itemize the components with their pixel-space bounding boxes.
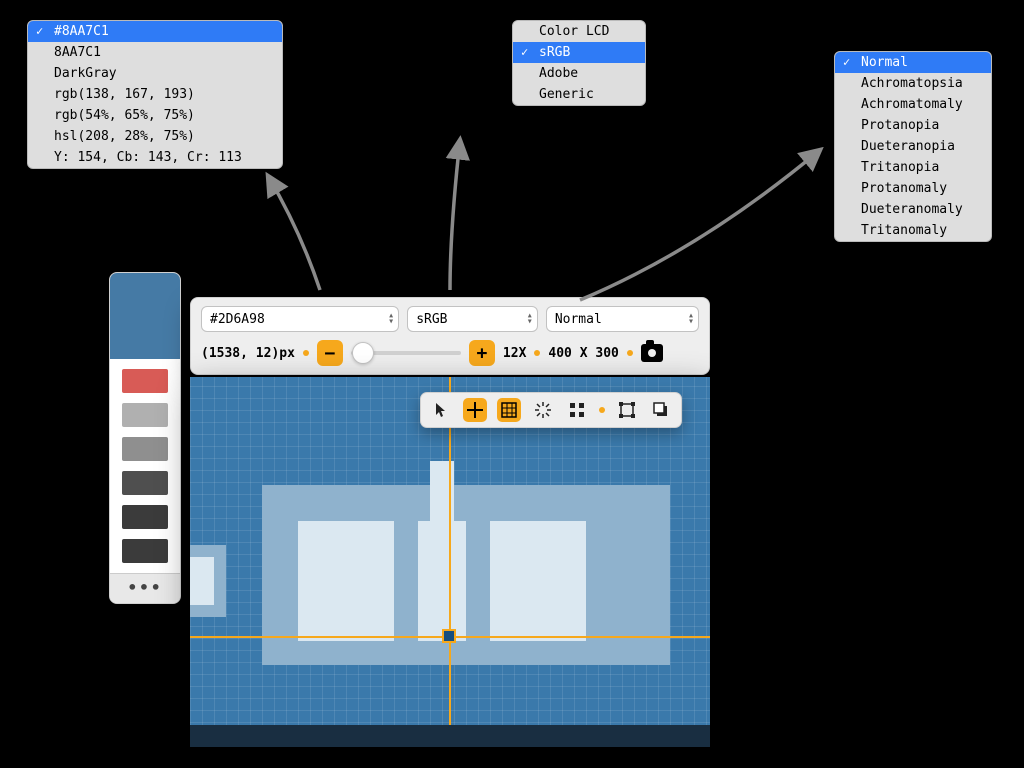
updown-icon: ▴▾	[527, 313, 529, 325]
zoom-level-label: 12X	[503, 346, 526, 361]
zoom-in-button[interactable]: +	[469, 340, 495, 366]
color-profile-label: sRGB	[416, 312, 447, 327]
layers-tool[interactable]	[649, 398, 673, 422]
color-profile-popup: Color LCDsRGBAdobeGeneric	[512, 20, 646, 106]
popup-item[interactable]: rgb(138, 167, 193)	[28, 84, 282, 105]
popup-item[interactable]: Normal	[835, 52, 991, 73]
separator-dot-icon	[599, 407, 605, 413]
popup-item[interactable]: Tritanopia	[835, 157, 991, 178]
popup-item[interactable]: Dueteranopia	[835, 136, 991, 157]
separator-dot-icon	[627, 350, 633, 356]
popup-item[interactable]: Protanopia	[835, 115, 991, 136]
zoom-out-button[interactable]: −	[317, 340, 343, 366]
color-vision-label: Normal	[555, 312, 602, 327]
popup-item[interactable]: #8AA7C1	[28, 21, 282, 42]
swatch[interactable]	[122, 369, 168, 393]
crosshair-v	[449, 377, 451, 747]
popup-item[interactable]: sRGB	[513, 42, 645, 63]
popup-item[interactable]: Dueteranomaly	[835, 199, 991, 220]
canvas-toolstrip	[420, 392, 682, 428]
color-value-combo[interactable]: #2D6A98 ▴▾	[201, 306, 399, 332]
popup-item[interactable]: Color LCD	[513, 21, 645, 42]
popup-item[interactable]: Y: 154, Cb: 143, Cr: 113	[28, 147, 282, 168]
swatch-history	[110, 359, 180, 571]
capture-size-label: 400 X 300	[548, 346, 618, 361]
grid-tool[interactable]	[497, 398, 521, 422]
current-color-swatch[interactable]	[110, 273, 180, 359]
popup-item[interactable]: Tritanomaly	[835, 220, 991, 241]
popup-item[interactable]: DarkGray	[28, 63, 282, 84]
separator-dot-icon	[303, 350, 309, 356]
cursor-tool[interactable]	[429, 398, 453, 422]
bounds-tool[interactable]	[615, 398, 639, 422]
inspector-toolbar: #2D6A98 ▴▾ sRGB ▴▾ Normal ▴▾ (1538, 12)p…	[190, 297, 710, 375]
popup-item[interactable]: Achromatomaly	[835, 94, 991, 115]
swatch-panel: •••	[109, 272, 181, 604]
popup-item[interactable]: Achromatopsia	[835, 73, 991, 94]
zoom-slider[interactable]	[351, 351, 461, 355]
swatch-more-button[interactable]: •••	[110, 574, 180, 603]
color-format-popup: #8AA7C18AA7C1DarkGrayrgb(138, 167, 193)r…	[27, 20, 283, 169]
coordinates-label: (1538, 12)px	[201, 346, 295, 361]
pixel-canvas[interactable]	[190, 377, 710, 747]
color-value-label: #2D6A98	[210, 312, 265, 327]
swatch[interactable]	[122, 403, 168, 427]
screenshot-button[interactable]	[641, 344, 663, 362]
popup-item[interactable]: 8AA7C1	[28, 42, 282, 63]
sample-target	[442, 629, 456, 643]
popup-item[interactable]: rgb(54%, 65%, 75%)	[28, 105, 282, 126]
separator-dot-icon	[534, 350, 540, 356]
swatch[interactable]	[122, 471, 168, 495]
slider-thumb[interactable]	[352, 342, 374, 364]
quadrants-tool[interactable]	[565, 398, 589, 422]
popup-item[interactable]: Adobe	[513, 63, 645, 84]
updown-icon: ▴▾	[388, 313, 390, 325]
color-vision-combo[interactable]: Normal ▴▾	[546, 306, 699, 332]
swatch[interactable]	[122, 505, 168, 529]
color-profile-combo[interactable]: sRGB ▴▾	[407, 306, 538, 332]
popup-item[interactable]: Generic	[513, 84, 645, 105]
popup-item[interactable]: Protanomaly	[835, 178, 991, 199]
color-vision-popup: NormalAchromatopsiaAchromatomalyProtanop…	[834, 51, 992, 242]
swatch[interactable]	[122, 539, 168, 563]
swatch[interactable]	[122, 437, 168, 461]
crosshair-tool[interactable]	[463, 398, 487, 422]
snap-tool[interactable]	[531, 398, 555, 422]
canvas-bottom-strip	[190, 725, 710, 747]
updown-icon: ▴▾	[688, 313, 690, 325]
popup-item[interactable]: hsl(208, 28%, 75%)	[28, 126, 282, 147]
